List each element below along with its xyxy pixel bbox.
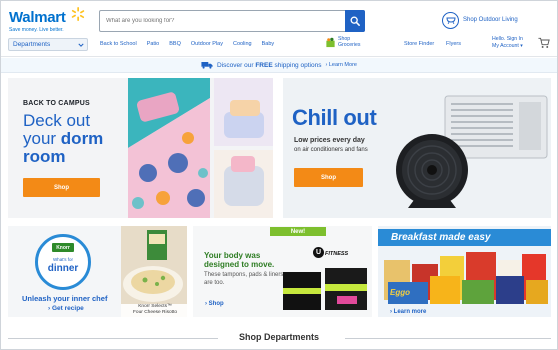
shipping-learn-more-link[interactable]: › Learn More — [325, 62, 357, 68]
u-logo: U — [313, 247, 324, 258]
breakfast-promo[interactable]: Breakfast made easy Eggo › Learn more — [378, 226, 551, 317]
nav-back-to-school[interactable]: Back to School — [100, 41, 137, 47]
search-bar — [99, 10, 365, 32]
search-input[interactable] — [100, 11, 346, 31]
search-icon — [350, 16, 360, 26]
walmart-logo[interactable]: Walmart Save money. Live better. — [9, 7, 89, 35]
section-title: Shop Departments — [238, 332, 319, 342]
outdoor-link-label: Shop Outdoor Living — [463, 17, 518, 23]
breakfast-headline: Breakfast made easy — [378, 229, 551, 246]
dorm-bedding-image — [128, 78, 273, 218]
floor-fan-image — [396, 134, 468, 208]
groceries-line2: Groceries — [338, 42, 361, 48]
knorr-recipe-promo[interactable]: Knorr What's for dinner Unleash your inn… — [8, 226, 187, 317]
chill-subtext: on air conditioners and fans — [294, 147, 368, 153]
departments-label: Departments — [13, 41, 51, 48]
knorr-badge: Knorr What's for dinner — [35, 234, 91, 290]
eggo-box-label: Eggo — [390, 287, 410, 297]
flyers-link[interactable]: Flyers — [446, 41, 461, 47]
site-header: Walmart Save money. Live better. What ar… — [1, 1, 557, 57]
fitness-tampons-promo[interactable]: New! Your body was designed to move. The… — [193, 226, 372, 317]
product-boxes-image — [283, 268, 367, 310]
my-account-text: My Account ▾ — [492, 42, 523, 49]
breakfast-learn-more-link[interactable]: › Learn more — [390, 309, 426, 315]
grill-icon — [442, 11, 459, 29]
ufit-shop-link[interactable]: › Shop — [205, 301, 224, 307]
knorr-headline: Unleash your inner chef — [22, 294, 108, 303]
dorm-eyebrow: BACK TO CAMPUS — [23, 100, 90, 107]
dorm-headline: Deck out your dorm room — [23, 111, 104, 166]
nav-bbq[interactable]: BBQ — [169, 41, 181, 47]
walmart-homepage: Walmart Save money. Live better. What ar… — [0, 0, 558, 350]
search-button[interactable] — [345, 10, 365, 32]
knorr-circle-line1: What's for — [52, 257, 74, 262]
knorr-caption: Knorr Selects™ Four Cheese Risotto — [133, 304, 177, 315]
nav-cooling[interactable]: Cooling — [233, 41, 252, 47]
divider-line-right — [345, 338, 551, 339]
store-finder-link[interactable]: Store Finder — [404, 41, 434, 47]
cooling-promo[interactable]: Chill out Low prices every day on air co… — [283, 78, 551, 218]
account-menu[interactable]: Hello. Sign In My Account ▾ — [492, 36, 523, 49]
shop-departments-heading: Shop Departments — [1, 332, 557, 344]
nav-outdoor-play[interactable]: Outdoor Play — [191, 41, 223, 47]
chill-subhead: Low prices every day — [294, 137, 365, 144]
chevron-down-icon — [78, 43, 84, 47]
cart-icon[interactable] — [538, 37, 550, 49]
ufit-subtext: These tampons, pads & liners are too. — [204, 272, 284, 286]
knorr-logo: Knorr — [52, 243, 74, 252]
spark-icon — [71, 7, 85, 21]
top-nav: Back to School Patio BBQ Outdoor Play Co… — [100, 41, 284, 47]
grocery-bag-icon — [326, 37, 335, 47]
knorr-circle-line2: dinner — [47, 263, 79, 274]
dorm-shop-button[interactable]: Shop — [23, 178, 100, 197]
shop-groceries-link[interactable]: Shop Groceries — [325, 36, 361, 48]
chill-shop-button[interactable]: Shop — [294, 168, 363, 187]
free-shipping-banner[interactable]: Discover our FREE shipping options › Lea… — [1, 58, 557, 73]
nav-patio[interactable]: Patio — [147, 41, 160, 47]
dorm-room-promo[interactable]: BACK TO CAMPUS Deck out your dorm room S… — [8, 78, 273, 218]
get-recipe-link[interactable]: › Get recipe — [48, 305, 84, 312]
chill-headline: Chill out — [292, 105, 377, 130]
nav-baby[interactable]: Baby — [262, 41, 275, 47]
shipping-text: Discover our FREE shipping options — [217, 61, 322, 69]
chevron-down-icon: ▾ — [520, 42, 523, 49]
truck-icon — [201, 62, 213, 69]
new-badge: New! — [270, 227, 326, 236]
logo-tagline: Save money. Live better. — [9, 27, 64, 33]
fitness-brand-text: FITNESS — [325, 251, 349, 257]
departments-dropdown[interactable]: Departments — [8, 38, 88, 51]
outdoor-living-link[interactable]: Shop Outdoor Living — [442, 11, 518, 29]
logo-wordmark: Walmart — [9, 9, 66, 26]
